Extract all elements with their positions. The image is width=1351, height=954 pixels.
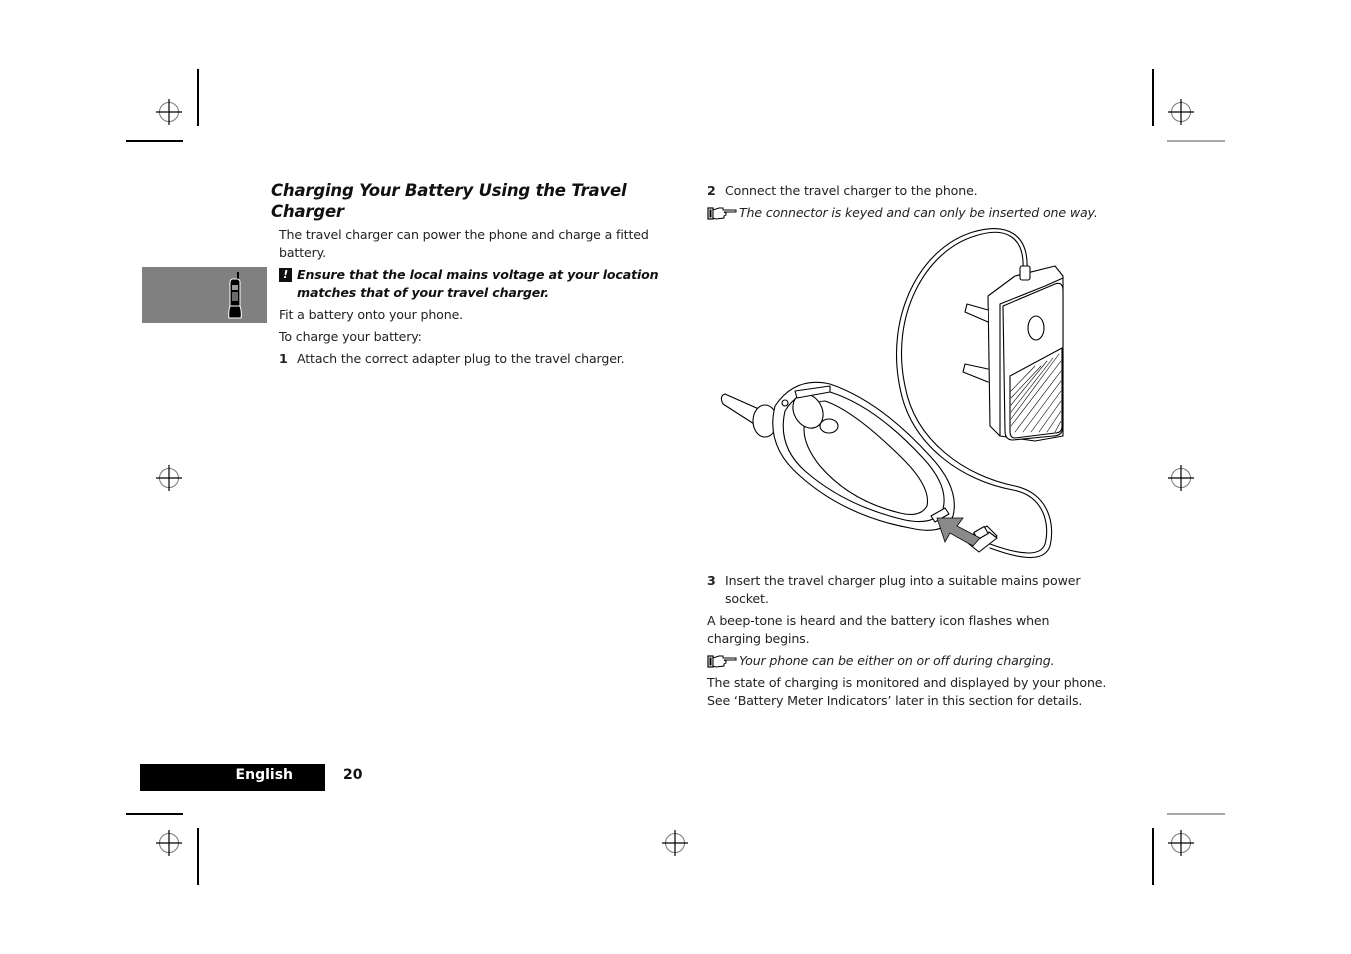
footer-language-bar: English (140, 764, 325, 791)
crop-mark (1167, 813, 1225, 815)
step-1: 1 Attach the correct adapter plug to the… (279, 350, 659, 368)
footer-language: English (235, 767, 293, 783)
crop-mark (1152, 69, 1154, 126)
step-text: Connect the travel charger to the phone. (725, 183, 978, 198)
step-3: 3 Insert the travel charger plug into a … (707, 572, 1107, 607)
step-2: 2 Connect the travel charger to the phon… (707, 182, 1107, 200)
intro-text: The travel charger can power the phone a… (279, 227, 649, 260)
crop-mark (197, 828, 199, 885)
travel-charger (962, 265, 1064, 442)
fit-battery-text: Fit a battery onto your phone. (279, 307, 464, 322)
mobile-phone (720, 381, 955, 531)
beep-text: A beep-tone is heard and the battery ico… (707, 613, 1050, 646)
note-text: Your phone can be either on or off durin… (739, 653, 1055, 668)
warning-icon: ! (279, 268, 292, 282)
step-number: 3 (707, 573, 716, 588)
step-number: 1 (279, 351, 288, 366)
section-title: Charging Your Battery Using the Travel C… (271, 181, 627, 221)
on-off-note: Your phone can be either on or off durin… (707, 652, 1107, 670)
step-text: Attach the correct adapter plug to the t… (297, 351, 625, 366)
crop-mark (126, 140, 183, 142)
charger-illustration (720, 228, 1064, 559)
connector-note: The connector is keyed and can only be i… (707, 204, 1107, 222)
registration-mark-icon (156, 465, 182, 491)
pointing-hand-note-icon (707, 655, 737, 668)
insert-direction-arrow (936, 517, 981, 547)
registration-mark-icon (1168, 99, 1194, 125)
registration-mark-icon (156, 830, 182, 856)
crop-mark (1167, 140, 1225, 142)
crop-mark (197, 69, 199, 126)
registration-mark-icon (662, 830, 688, 856)
crop-mark (1152, 828, 1154, 885)
pointing-hand-note-icon (707, 207, 737, 220)
note-text: The connector is keyed and can only be i… (739, 205, 1098, 220)
section-tab (142, 267, 267, 323)
warning-text: Ensure that the local mains voltage at y… (297, 267, 659, 300)
registration-mark-icon (1168, 465, 1194, 491)
mobile-phone-icon (228, 272, 242, 319)
registration-mark-icon (156, 99, 182, 125)
charging-state-text: The state of charging is monitored and d… (707, 675, 1107, 708)
registration-mark-icon (1168, 830, 1194, 856)
step-text: Insert the travel charger plug into a su… (725, 573, 1081, 606)
page-number: 20 (343, 767, 363, 783)
warning-note: ! Ensure that the local mains voltage at… (279, 266, 664, 301)
to-charge-text: To charge your battery: (279, 329, 422, 344)
step-number: 2 (707, 183, 716, 198)
crop-mark (126, 813, 183, 815)
